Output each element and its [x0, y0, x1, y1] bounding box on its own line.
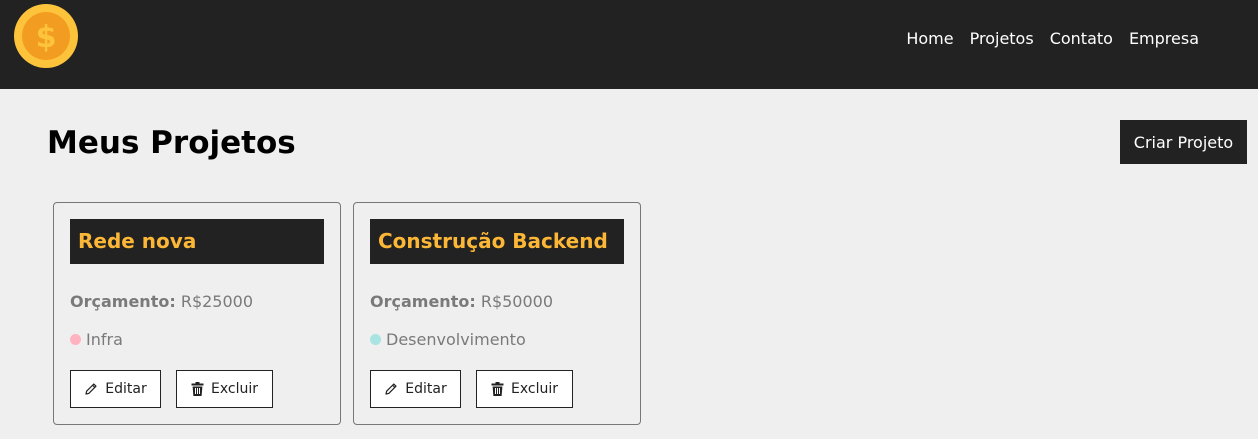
budget-value: R$50000 [480, 292, 554, 311]
trash-icon [191, 382, 204, 396]
project-title: Construção Backend [370, 219, 624, 264]
navbar: $ Home Projetos Contato Empresa [0, 0, 1258, 89]
pencil-icon [85, 383, 97, 395]
edit-button[interactable]: Editar [370, 370, 461, 408]
project-category: Infra [70, 330, 123, 349]
category-dot [70, 334, 81, 345]
delete-button[interactable]: Excluir [176, 370, 273, 408]
svg-text:$: $ [36, 20, 57, 55]
delete-label: Excluir [511, 381, 558, 397]
nav-link-projetos[interactable]: Projetos [970, 29, 1034, 49]
delete-label: Excluir [211, 381, 258, 397]
dollar-sign-icon: $ [36, 20, 57, 55]
budget-label: Orçamento: [370, 292, 476, 311]
category-label: Infra [86, 330, 123, 349]
coin-inner: $ [22, 12, 70, 60]
category-dot [370, 334, 381, 345]
project-title: Rede nova [70, 219, 324, 264]
project-card: Rede nova Orçamento: R$25000 Infra Edita… [53, 202, 341, 425]
nav-link-contato[interactable]: Contato [1050, 29, 1113, 49]
edit-label: Editar [105, 381, 147, 397]
nav-link-home[interactable]: Home [906, 29, 953, 49]
project-budget: Orçamento: R$25000 [70, 292, 253, 311]
category-label: Desenvolvimento [386, 330, 526, 349]
project-budget: Orçamento: R$50000 [370, 292, 553, 311]
delete-button[interactable]: Excluir [476, 370, 573, 408]
budget-value: R$25000 [180, 292, 254, 311]
edit-button[interactable]: Editar [70, 370, 161, 408]
pencil-icon [385, 383, 397, 395]
create-project-button[interactable]: Criar Projeto [1120, 120, 1247, 164]
trash-icon [491, 382, 504, 396]
project-card: Construção Backend Orçamento: R$50000 De… [353, 202, 641, 425]
project-category: Desenvolvimento [370, 330, 526, 349]
nav-link-empresa[interactable]: Empresa [1129, 29, 1199, 49]
coin-dollar-icon[interactable]: $ [14, 4, 78, 68]
edit-label: Editar [405, 381, 447, 397]
page-title: Meus Projetos [47, 125, 296, 161]
main-nav: Home Projetos Contato Empresa [906, 29, 1199, 49]
budget-label: Orçamento: [70, 292, 176, 311]
